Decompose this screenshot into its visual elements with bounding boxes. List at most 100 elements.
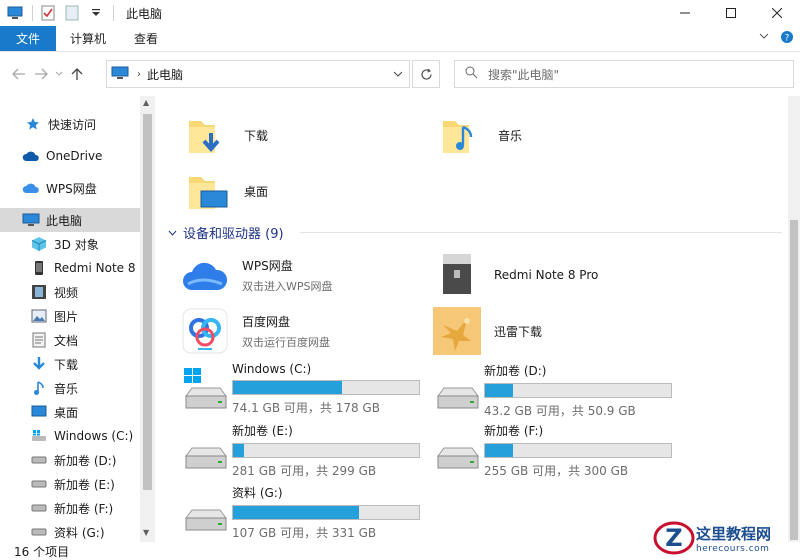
device-subtitle: 双击进入WPS网盘 [242, 279, 333, 293]
drive-name: 资料 (G:) [232, 486, 283, 500]
device-tile-baidu[interactable]: 百度网盘 双击运行百度网盘 [180, 306, 330, 356]
picture-icon [30, 307, 48, 325]
folder-tile-desktop[interactable]: 桌面 [182, 166, 268, 216]
sidebar-item-videos[interactable]: 视频 [0, 280, 140, 304]
close-button[interactable] [754, 0, 800, 26]
ribbon-tabs: 文件 计算机 查看 ? [0, 26, 800, 52]
navigation-bar: › 此电脑 搜索"此电脑" [0, 58, 800, 90]
breadcrumb-chevron-icon[interactable]: › [137, 69, 141, 80]
tab-computer[interactable]: 计算机 [56, 26, 120, 51]
address-bar[interactable]: › 此电脑 [106, 60, 410, 88]
content-scroll-thumb[interactable] [790, 220, 798, 540]
sidebar-item-this-pc[interactable]: 此电脑 [0, 208, 140, 232]
device-name: 百度网盘 [242, 314, 291, 329]
sidebar-item-music[interactable]: 音乐 [0, 376, 140, 400]
sidebar-item-quick-access[interactable]: 快速访问 [0, 112, 140, 136]
help-icon[interactable]: ? [780, 30, 794, 47]
folder-name: 桌面 [244, 184, 269, 199]
sidebar-item-desktop[interactable]: 桌面 [0, 400, 140, 424]
drive-tile-e[interactable]: 新加卷 (E:) 281 GB 可用，共 299 GB [180, 422, 420, 479]
drive-icon [30, 475, 48, 493]
minimize-button[interactable] [662, 0, 708, 26]
forward-button[interactable] [30, 60, 52, 88]
sidebar-item-drive-f[interactable]: 新加卷 (F:) [0, 496, 140, 520]
sidebar-item-label: 快速访问 [48, 117, 97, 132]
pc-icon[interactable] [6, 4, 24, 22]
sidebar-item-3d-objects[interactable]: 3D 对象 [0, 232, 140, 256]
drive-name: 新加卷 (E:) [232, 424, 293, 438]
watermark-logo-icon: Z [653, 521, 695, 555]
group-divider [300, 232, 782, 233]
navigation-pane: 快速访问 OneDrive WPS网盘 此电脑 3D 对象 Redmi Note… [0, 96, 155, 542]
sidebar-item-label: 此电脑 [46, 213, 83, 228]
scroll-down-icon[interactable]: ▼ [143, 528, 149, 537]
search-input[interactable]: 搜索"此电脑" [454, 60, 794, 88]
window-controls [662, 0, 800, 26]
watermark-title: 这里教程网 [696, 524, 772, 543]
recent-locations-button[interactable] [52, 60, 66, 88]
address-history-icon[interactable] [393, 68, 403, 82]
drive-tile-c[interactable]: Windows (C:) 74.1 GB 可用，共 178 GB [180, 362, 420, 416]
device-name: Redmi Note 8 Pro [494, 268, 599, 282]
thunder-download-icon [432, 306, 482, 356]
breadcrumb-this-pc[interactable]: 此电脑 [147, 66, 183, 83]
drive-icon [180, 484, 230, 534]
download-folder-icon [182, 110, 232, 160]
up-button[interactable] [66, 60, 88, 88]
drive-tile-f[interactable]: 新加卷 (F:) 255 GB 可用，共 300 GB [432, 422, 672, 479]
scroll-up-icon[interactable]: ▲ [143, 98, 149, 107]
chevron-down-icon[interactable] [168, 225, 177, 240]
search-icon [465, 66, 478, 82]
pc-icon [111, 66, 129, 83]
sidebar-item-redmi[interactable]: Redmi Note 8 [0, 256, 140, 280]
device-name: WPS网盘 [242, 258, 293, 273]
sidebar-item-wps-drive[interactable]: WPS网盘 [0, 176, 140, 200]
window-title: 此电脑 [126, 6, 163, 21]
folder-tile-downloads[interactable]: 下载 [182, 110, 268, 160]
drive-name: 新加卷 (F:) [484, 424, 544, 438]
sidebar-item-documents[interactable]: 文档 [0, 328, 140, 352]
drive-tile-d[interactable]: 新加卷 (D:) 43.2 GB 可用，共 50.9 GB [432, 362, 672, 419]
sidebar-item-label: 音乐 [54, 381, 79, 396]
sidebar-item-downloads[interactable]: 下载 [0, 352, 140, 376]
refresh-button[interactable] [412, 60, 440, 88]
devices-group-title: 设备和驱动器 (9) [183, 227, 284, 242]
drive-usage-bar [232, 443, 420, 458]
sidebar-item-onedrive[interactable]: OneDrive [0, 144, 140, 168]
maximize-button[interactable] [708, 0, 754, 26]
device-tile-thunder[interactable]: 迅雷下载 [432, 306, 542, 356]
tab-view[interactable]: 查看 [120, 26, 172, 51]
drive-free-space: 107 GB 可用，共 331 GB [232, 526, 377, 540]
drive-icon [30, 523, 48, 541]
drive-free-space: 255 GB 可用，共 300 GB [484, 464, 629, 478]
devices-group-header[interactable]: 设备和驱动器 (9) [168, 223, 284, 242]
drive-usage-fill [233, 444, 245, 457]
windows-drive-icon [30, 427, 48, 445]
customize-toolbar-icon[interactable] [87, 4, 105, 22]
sidebar-item-label: 下载 [54, 357, 79, 372]
device-tile-wps[interactable]: WPS网盘 双击进入WPS网盘 [180, 250, 333, 300]
sidebar-item-label: 视频 [54, 285, 79, 300]
device-tile-redmi[interactable]: Redmi Note 8 Pro [432, 250, 598, 300]
folder-tile-music[interactable]: 音乐 [436, 110, 522, 160]
sidebar-item-drive-d[interactable]: 新加卷 (D:) [0, 448, 140, 472]
device-name: 迅雷下载 [494, 324, 543, 339]
back-button[interactable] [8, 60, 30, 88]
desktop-icon [30, 403, 48, 421]
sidebar-item-drive-e[interactable]: 新加卷 (E:) [0, 472, 140, 496]
properties-icon[interactable] [39, 4, 57, 22]
new-folder-icon[interactable] [63, 4, 81, 22]
drive-icon [30, 499, 48, 517]
tab-file[interactable]: 文件 [0, 26, 56, 51]
sidebar-scroll-thumb[interactable] [143, 114, 152, 490]
sidebar-item-label: 新加卷 (D:) [54, 453, 117, 468]
drive-free-space: 43.2 GB 可用，共 50.9 GB [484, 404, 636, 418]
sidebar-item-pictures[interactable]: 图片 [0, 304, 140, 328]
drive-usage-bar [232, 380, 420, 395]
expand-ribbon-icon[interactable] [758, 30, 770, 47]
drive-tile-g[interactable]: 资料 (G:) 107 GB 可用，共 331 GB [180, 484, 420, 541]
sidebar-item-drive-c[interactable]: Windows (C:) [0, 424, 140, 448]
pc-icon [22, 211, 40, 229]
device-subtitle: 双击运行百度网盘 [242, 335, 330, 349]
sidebar-item-drive-g[interactable]: 资料 (G:) [0, 520, 140, 542]
